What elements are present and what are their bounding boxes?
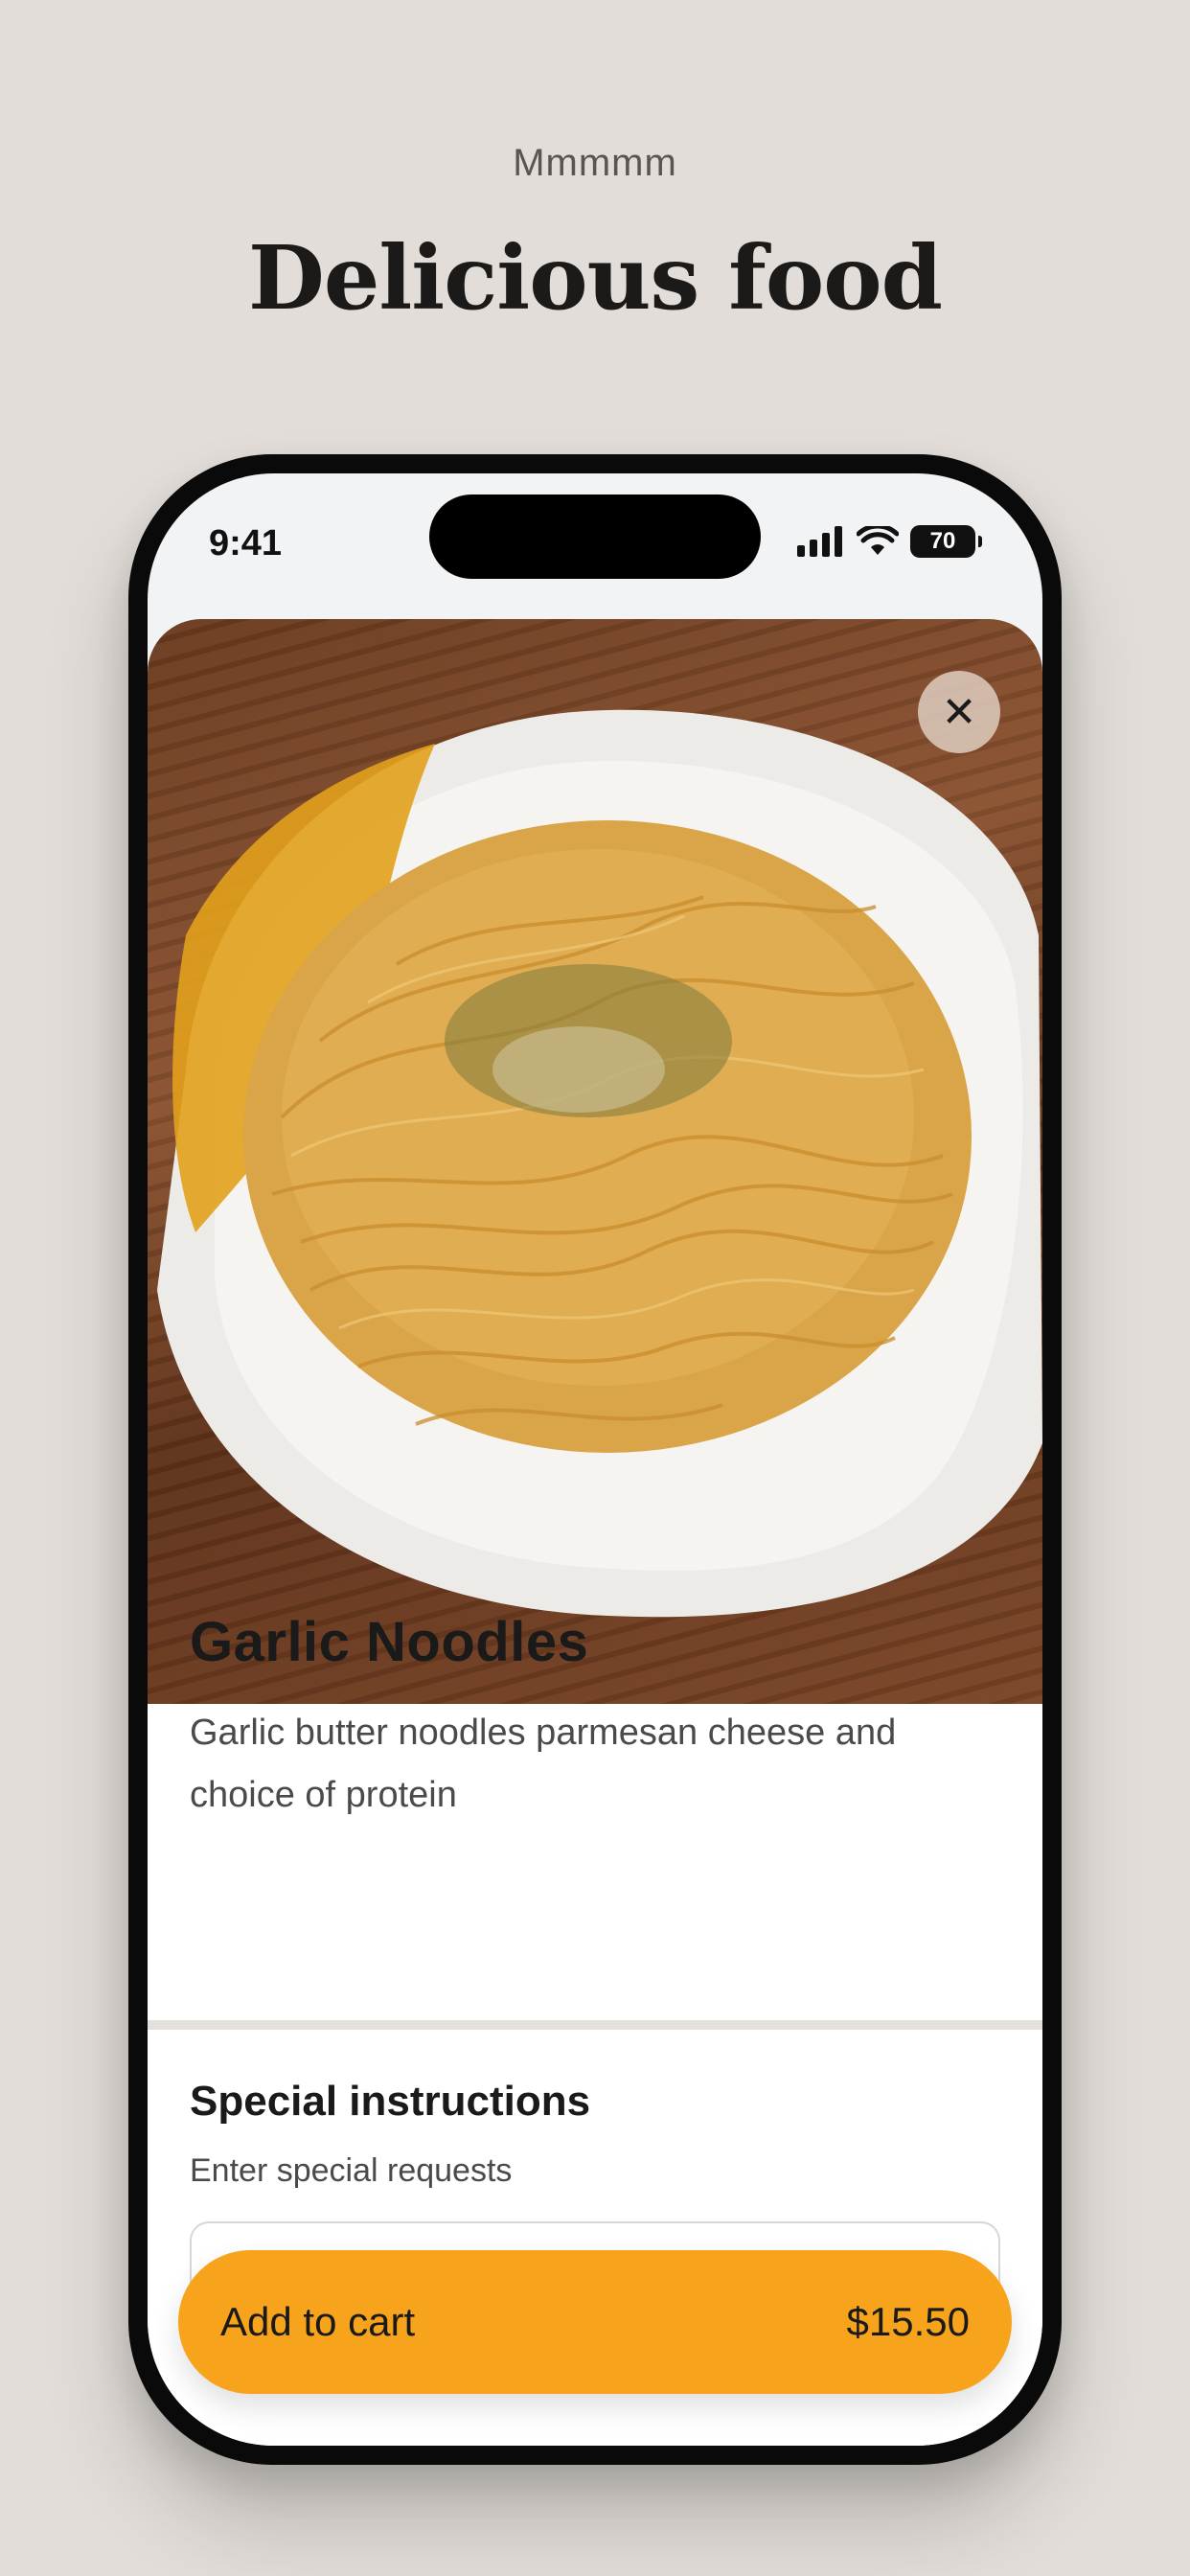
lower-layer: Special instructions Enter special reque…: [148, 473, 1042, 2446]
add-to-cart-button[interactable]: Add to cart $15.50: [178, 2250, 1012, 2394]
item-title: Garlic Noodles: [190, 1611, 589, 1673]
add-to-cart-label: Add to cart: [220, 2299, 416, 2344]
sheet-content-layer: Garlic Noodles Garlic butter noodles par…: [148, 473, 1042, 2446]
section-divider: [148, 2020, 1042, 2030]
page-title: Delicious food: [248, 226, 943, 330]
instructions-subtitle: Enter special requests: [190, 2152, 513, 2189]
page-eyebrow: Mmmmm: [513, 142, 677, 184]
instructions-title: Special instructions: [190, 2078, 591, 2125]
item-price: $15.50: [846, 2299, 970, 2344]
item-description: Garlic butter noodles parmesan cheese an…: [190, 1713, 897, 1815]
